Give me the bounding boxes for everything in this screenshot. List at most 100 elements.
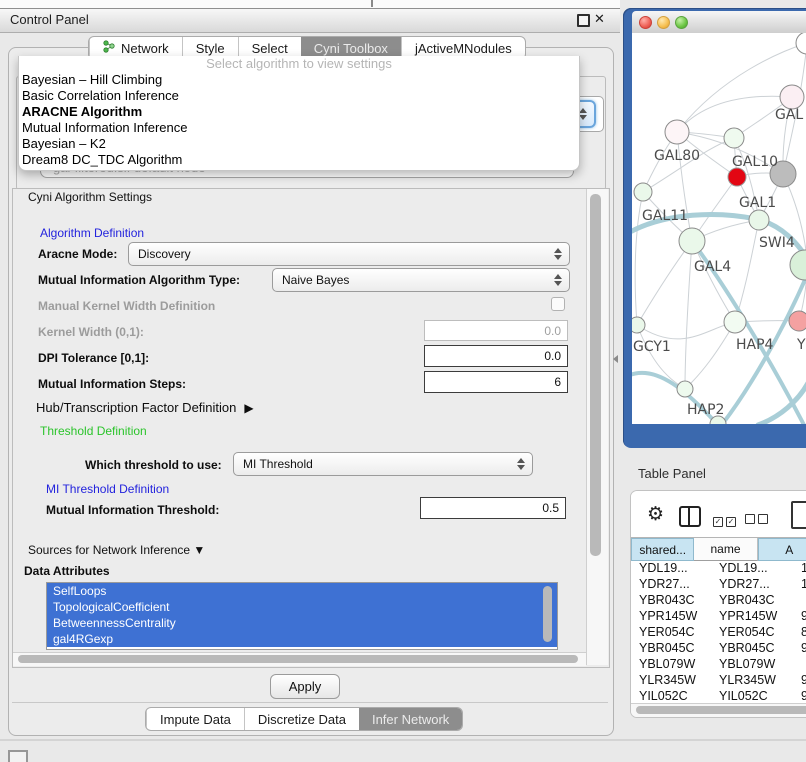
network-node-red[interactable]	[728, 168, 746, 186]
mac-minimize-icon[interactable]	[657, 16, 670, 29]
algorithm-name: Bayesian – Hill Climbing	[22, 72, 162, 87]
cell-shared-name: YER054C	[631, 624, 713, 640]
attribute-name: BetweennessCentrality	[53, 616, 176, 630]
attribute-name: TopologicalCoefficient	[53, 600, 170, 614]
settings-horizontal-scrollbar-thumb[interactable]	[18, 655, 578, 663]
which-threshold-select[interactable]: MI Threshold	[233, 452, 533, 476]
select-all-checkboxes-icon[interactable]: ✓✓	[713, 511, 739, 529]
mi-steps-field[interactable]: 6	[424, 371, 568, 393]
sources-title-text: Sources for Network Inference	[28, 543, 190, 557]
dpi-tolerance-field[interactable]: 0.0	[424, 345, 568, 367]
network-node[interactable]	[632, 317, 645, 333]
cell-shared-name: YDL19...	[631, 560, 713, 576]
attribute-name: SelfLoops	[53, 584, 106, 598]
function-builder-icon[interactable]	[791, 501, 806, 529]
cell-shared-name: YBR045C	[631, 640, 713, 656]
data-attribute-item[interactable]: gal4RGexp	[47, 631, 557, 647]
algorithm-dropdown-item[interactable]: Dream8 DC_TDC Algorithm	[19, 152, 579, 168]
clear-checkboxes-icon[interactable]	[745, 511, 771, 529]
kernel-width-field[interactable]: 0.0	[424, 320, 568, 341]
bottom-tabbar: Impute Data Discretize Data Infer Networ…	[145, 707, 463, 731]
node-label: GAL10	[732, 154, 778, 170]
mac-close-icon[interactable]	[639, 16, 652, 29]
table-header-row: shared... name A	[631, 537, 806, 561]
cell-value: 9.	[795, 688, 806, 703]
table-row[interactable]: YDL19... YDL19... 13	[631, 560, 806, 576]
network-node[interactable]	[749, 210, 769, 230]
network-node[interactable]	[724, 128, 744, 148]
settings-vertical-scrollbar-thumb[interactable]	[590, 194, 601, 556]
table-column-header[interactable]: shared...	[631, 538, 694, 561]
mac-zoom-icon[interactable]	[675, 16, 688, 29]
table-column-header[interactable]: A	[758, 538, 806, 561]
stepper-arrows-icon	[554, 274, 562, 286]
bottom-tab[interactable]: Impute Data	[146, 708, 244, 730]
network-node[interactable]	[679, 228, 705, 254]
screenshot-root: Control Panel ✕ Network	[0, 0, 806, 762]
network-node[interactable]	[796, 33, 806, 54]
close-icon[interactable]: ✕	[594, 11, 605, 27]
algorithm-dropdown-item[interactable]: Bayesian – K2	[19, 136, 579, 152]
splitter-collapse-icon[interactable]	[613, 355, 618, 363]
kernel-width-label: Kernel Width (0,1):	[38, 325, 144, 339]
tab-label: Discretize Data	[258, 712, 346, 727]
algorithm-name: Mutual Information Inference	[22, 120, 187, 135]
hub-definition-toggle[interactable]: Hub/Transcription Factor Definition▶	[36, 400, 254, 415]
cell-name: YER054C	[713, 624, 795, 640]
table-row[interactable]: YIL052C YIL052C 9.	[631, 688, 806, 703]
mi-threshold-field[interactable]: 0.5	[420, 497, 566, 519]
column-layout-icon[interactable]	[679, 506, 701, 527]
docked-panel-icon[interactable]	[8, 750, 28, 762]
manual-kernel-width-checkbox[interactable]	[551, 297, 565, 311]
table-row[interactable]: YBL079W YBL079W	[631, 656, 806, 672]
threshold-definition-title: Threshold Definition	[36, 424, 151, 438]
algorithm-dropdown-item[interactable]: Mutual Information Inference	[19, 120, 579, 136]
table-row[interactable]: YER054C YER054C 8.	[631, 624, 806, 640]
splitter-handle[interactable]	[371, 0, 373, 7]
network-window-titlebar[interactable]	[632, 11, 806, 34]
table-panel-toolbar: ⚙ ✓✓	[631, 491, 806, 537]
network-node-salmon[interactable]	[789, 311, 806, 331]
table-horizontal-scrollbar-thumb[interactable]	[636, 706, 806, 714]
network-node[interactable]	[780, 85, 804, 109]
table-row[interactable]: YDR27... YDR27... 12	[631, 576, 806, 592]
panel-divider	[12, 702, 608, 703]
table-row[interactable]: YPR145W YPR145W 9.	[631, 608, 806, 624]
apply-button[interactable]: Apply	[270, 674, 340, 699]
algorithm-dropdown-item[interactable]: ARACNE Algorithm	[19, 104, 579, 120]
table-row[interactable]: YLR345W YLR345W 9.	[631, 672, 806, 688]
table-row[interactable]: YBR045C YBR045C 9.	[631, 640, 806, 656]
node-label: GCY1	[633, 339, 671, 355]
cell-shared-name: YLR345W	[631, 672, 713, 688]
data-attribute-item[interactable]: TopologicalCoefficient	[47, 599, 557, 615]
aracne-mode-value: Discovery	[138, 247, 191, 261]
sources-group-title[interactable]: Sources for Network Inference ▼	[24, 543, 209, 557]
network-node[interactable]	[665, 120, 689, 144]
gear-icon[interactable]: ⚙	[647, 503, 664, 526]
table-row[interactable]: YBR043C YBR043C	[631, 592, 806, 608]
network-node[interactable]	[677, 381, 693, 397]
algorithm-dropdown-list: Select algorithm to view settings Bayesi…	[18, 56, 580, 171]
bottom-tab[interactable]: Infer Network	[359, 708, 462, 730]
table-column-header[interactable]: name	[694, 538, 757, 561]
algorithm-name: Dream8 DC_TDC Algorithm	[22, 152, 182, 167]
network-node[interactable]	[724, 311, 746, 333]
collapse-down-arrow-icon: ▼	[193, 543, 205, 557]
network-canvas[interactable]: GAL GAL80 GAL10 GAL1 GAL11 SWI4 GAL4 GCY…	[632, 33, 806, 424]
table-body: YDL19... YDL19... 13 YDR27... YDR27... 1…	[631, 560, 806, 703]
attribute-list-scrollbar-thumb[interactable]	[543, 586, 552, 642]
cell-value: 12	[795, 576, 806, 592]
network-node[interactable]	[790, 250, 806, 280]
mi-threshold-group-title: MI Threshold Definition	[42, 482, 173, 496]
aracne-mode-select[interactable]: Discovery	[128, 242, 570, 266]
mi-algorithm-type-select[interactable]: Naive Bayes	[272, 268, 570, 292]
algorithm-dropdown-item[interactable]: Basic Correlation Inference	[19, 88, 579, 104]
network-node[interactable]	[634, 183, 652, 201]
which-threshold-label: Which threshold to use:	[85, 458, 222, 472]
bottom-tab[interactable]: Discretize Data	[244, 708, 359, 730]
data-attribute-item[interactable]: BetweennessCentrality	[47, 615, 557, 631]
algorithm-dropdown-item[interactable]: Bayesian – Hill Climbing	[19, 72, 579, 88]
node-label: GAL	[775, 107, 803, 123]
data-attribute-item[interactable]: SelfLoops	[47, 583, 557, 599]
float-window-icon[interactable]	[577, 14, 590, 27]
